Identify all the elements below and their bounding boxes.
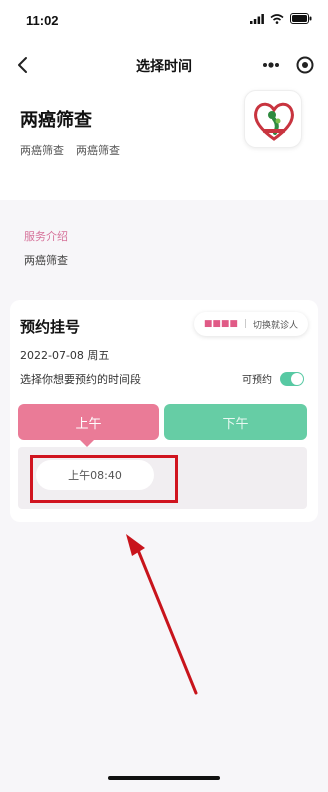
nav-bar: 选择时间: [0, 40, 328, 90]
tab-afternoon[interactable]: 下午: [164, 404, 307, 440]
tab-morning-pointer: [80, 440, 94, 447]
service-tag: 两癌筛查: [20, 144, 64, 157]
service-intro: 服务介绍 两癌筛查: [10, 212, 318, 282]
status-icons: [250, 13, 312, 24]
wifi-icon: [270, 13, 284, 24]
service-tag: 两癌筛查: [76, 144, 120, 157]
time-slot-panel: 上午08:40: [18, 447, 307, 509]
switch-visitor-button[interactable]: ■■■■ | 切换就诊人: [193, 312, 308, 336]
heart-logo-icon: [254, 102, 294, 141]
status-bar: 11:02: [0, 0, 328, 40]
available-toggle[interactable]: [280, 371, 304, 386]
status-time: 11:02: [26, 13, 59, 28]
time-slot-button[interactable]: 上午08:40: [36, 460, 154, 490]
signal-icon: [250, 13, 264, 24]
booking-title: 预约挂号: [20, 318, 81, 336]
toggle-knob: [291, 372, 303, 385]
intro-text: 两癌筛查: [24, 254, 68, 267]
hospital-logo: [244, 90, 302, 148]
booking-prompt: 选择你想要预约的时间段: [20, 373, 141, 386]
tab-morning[interactable]: 上午: [18, 404, 159, 440]
service-tags: 两癌筛查 两癌筛查: [20, 142, 120, 158]
switch-visitor-label: 切换就诊人: [252, 320, 298, 331]
battery-icon: [290, 13, 312, 24]
available-filter: 可预约: [242, 371, 304, 386]
intro-label: 服务介绍: [24, 230, 68, 243]
close-miniprogram-icon[interactable]: [296, 56, 314, 74]
booking-card: 预约挂号 ■■■■ | 切换就诊人 2022-07-08 周五 选择你想要预约的…: [10, 300, 318, 522]
service-header: 两癌筛查 两癌筛查 两癌筛查: [0, 90, 328, 200]
booking-date: 2022-07-08 周五: [20, 349, 110, 362]
home-indicator: [108, 776, 220, 780]
service-title: 两癌筛查: [20, 110, 92, 131]
available-label: 可预约: [242, 375, 272, 386]
pill-divider: |: [243, 319, 247, 329]
more-icon[interactable]: [262, 62, 280, 68]
visitor-name: ■■■■: [203, 319, 238, 329]
